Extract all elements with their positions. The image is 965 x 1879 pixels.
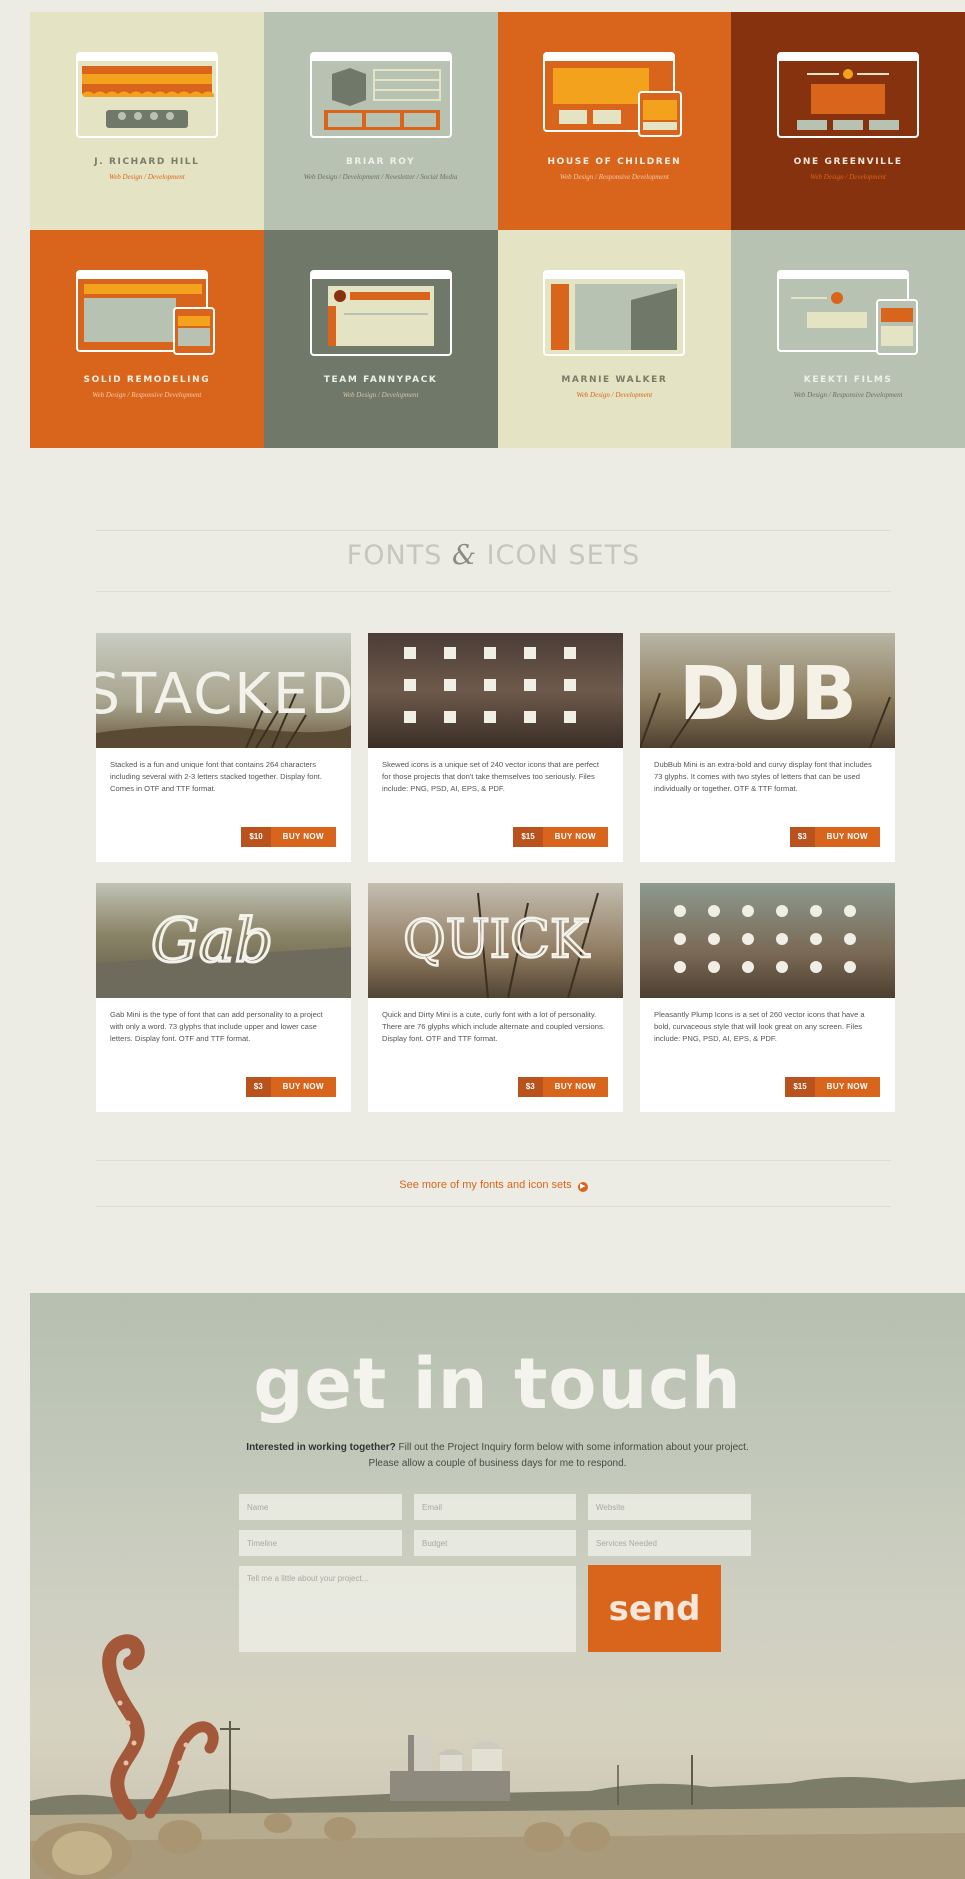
website-field[interactable] <box>588 1494 751 1520</box>
buy-now-button[interactable]: $3 BUY NOW <box>789 827 880 847</box>
product-card-skewed-icons[interactable]: Skewed icons is a unique set of 240 vect… <box>368 633 623 862</box>
product-image-dub: DUB <box>640 633 895 748</box>
svg-text:QUICK: QUICK <box>403 910 590 970</box>
portfolio-tile-house-of-children[interactable]: HOUSE OF CHILDREN Web Design / Responsiv… <box>497 12 732 230</box>
buy-now-label: BUY NOW <box>814 1077 880 1097</box>
timeline-field[interactable] <box>239 1530 402 1556</box>
product-description: DubBub Mini is an extra-bold and curvy d… <box>654 760 872 793</box>
buy-now-button[interactable]: $3 BUY NOW <box>517 1077 608 1097</box>
browser-mockup-icon <box>309 52 452 138</box>
buy-now-label: BUY NOW <box>542 1077 608 1097</box>
price-label: $15 <box>513 827 543 847</box>
divider <box>96 1160 891 1161</box>
product-description: Pleasantly Plump Icons is a set of 260 v… <box>654 1010 865 1043</box>
portfolio-title: TEAM FANNYPACK <box>323 375 438 385</box>
svg-text:STACKED: STACKED <box>96 662 351 727</box>
product-image-skewed-icons <box>368 633 623 748</box>
portfolio-subtitle: Web Design / Responsive Development <box>92 391 202 399</box>
product-description: Skewed icons is a unique set of 240 vect… <box>382 760 599 793</box>
buy-now-label: BUY NOW <box>270 827 336 847</box>
buy-now-label: BUY NOW <box>814 827 880 847</box>
portfolio-tile-marnie-walker[interactable]: MARNIE WALKER Web Design / Development <box>497 230 732 448</box>
buy-now-label: BUY NOW <box>270 1077 336 1097</box>
services-needed-field[interactable] <box>588 1530 751 1556</box>
see-more-fonts-link[interactable]: See more of my fonts and icon sets ▶ <box>96 1179 891 1192</box>
send-button[interactable]: send <box>588 1565 721 1652</box>
portfolio-title: J. RICHARD HILL <box>94 157 200 167</box>
buy-now-label: BUY NOW <box>542 827 608 847</box>
buy-now-button[interactable]: $15 BUY NOW <box>785 1077 880 1097</box>
portfolio-title: MARNIE WALKER <box>561 375 668 385</box>
product-description: Stacked is a fun and unique font that co… <box>110 760 322 793</box>
section-title-left: FONTS <box>346 540 443 571</box>
svg-text:DUB: DUB <box>679 651 857 737</box>
name-field[interactable] <box>239 1494 402 1520</box>
portfolio-tile-team-fannypack[interactable]: TEAM FANNYPACK Web Design / Development <box>263 230 498 448</box>
arrow-right-circle-icon: ▶ <box>577 1182 588 1192</box>
budget-field[interactable] <box>414 1530 576 1556</box>
price-label: $3 <box>245 1077 271 1097</box>
buy-now-button[interactable]: $3 BUY NOW <box>245 1077 336 1097</box>
product-image-stacked: STACKED <box>96 633 351 748</box>
browser-mockup-icon <box>543 270 686 356</box>
price-label: $3 <box>517 1077 543 1097</box>
buy-now-button[interactable]: $10 BUY NOW <box>241 827 336 847</box>
portfolio-subtitle: Web Design / Development / Newsletter / … <box>303 173 458 181</box>
divider <box>96 530 891 531</box>
email-field[interactable] <box>414 1494 576 1520</box>
browser-mockup-icon <box>75 270 215 355</box>
portfolio-title: SOLID REMODELING <box>83 375 211 385</box>
product-image-gab: Gab <box>96 883 351 998</box>
buy-now-button[interactable]: $15 BUY NOW <box>513 827 608 847</box>
section-title: FONTS & ICON SETS <box>96 540 891 571</box>
portfolio-grid: J. RICHARD HILL Web Design / Development… <box>30 12 965 448</box>
portfolio-tile-one-greenville[interactable]: ONE GREENVILLE Web Design / Development <box>731 12 965 230</box>
see-more-label: See more of my fonts and icon sets <box>399 1179 572 1191</box>
product-image-quick: QUICK <box>368 883 623 998</box>
contact-intro: Interested in working together? Fill out… <box>235 1440 760 1472</box>
product-card-stacked[interactable]: STACKED Stacked is a fun and unique font… <box>96 633 351 862</box>
portfolio-title: ONE GREENVILLE <box>793 157 903 167</box>
browser-mockup-icon <box>777 52 920 138</box>
portfolio-tile-briar-roy[interactable]: BRIAR ROY Web Design / Development / New… <box>263 12 498 230</box>
divider <box>96 1206 891 1207</box>
price-label: $15 <box>785 1077 815 1097</box>
portfolio-title: BRIAR ROY <box>345 157 416 167</box>
portfolio-tile-j-richard-hill[interactable]: J. RICHARD HILL Web Design / Development <box>30 12 264 230</box>
portfolio-subtitle: Web Design / Development <box>810 173 886 181</box>
portfolio-subtitle: Web Design / Responsive Development <box>559 173 669 181</box>
section-title-right: ICON SETS <box>486 540 641 571</box>
browser-mockup-icon <box>75 52 218 138</box>
browser-mockup-icon <box>309 270 452 356</box>
portfolio-subtitle: Web Design / Responsive Development <box>793 391 903 399</box>
portfolio-subtitle: Web Design / Development <box>576 391 653 399</box>
price-label: $10 <box>241 827 271 847</box>
contact-intro-bold: Interested in working together? <box>246 1442 396 1453</box>
browser-mockup-icon <box>777 270 919 355</box>
portfolio-title: HOUSE OF CHILDREN <box>547 157 682 167</box>
portfolio-title: KEEKTI FILMS <box>803 375 893 385</box>
svg-text:Gab: Gab <box>151 906 273 976</box>
portfolio-tile-solid-remodeling[interactable]: SOLID REMODELING Web Design / Responsive… <box>30 230 264 448</box>
portfolio-subtitle: Web Design / Development <box>342 391 419 399</box>
product-image-pleasantly-plump-icons <box>640 883 895 998</box>
section-title-ampersand: & <box>451 540 477 571</box>
product-description: Gab Mini is the type of font that can ad… <box>110 1010 323 1043</box>
product-card-gab[interactable]: Gab Gab Mini is the type of font that ca… <box>96 883 351 1112</box>
product-card-quick[interactable]: QUICK Quick and Dirty Mini is a cute, cu… <box>368 883 623 1112</box>
browser-mockup-icon <box>543 52 683 137</box>
divider <box>96 591 891 592</box>
portfolio-tile-keekti-films[interactable]: KEEKTI FILMS Web Design / Responsive Dev… <box>731 230 965 448</box>
contact-title: get in touch <box>253 1343 742 1425</box>
price-label: $3 <box>789 827 815 847</box>
contact-section: get in touch Interested in working toget… <box>30 1293 965 1879</box>
product-description: Quick and Dirty Mini is a cute, curly fo… <box>382 1010 605 1043</box>
product-card-dub[interactable]: DUB DubBub Mini is an extra-bold and cur… <box>640 633 895 862</box>
product-card-pleasantly-plump-icons[interactable]: Pleasantly Plump Icons is a set of 260 v… <box>640 883 895 1112</box>
project-message-field[interactable] <box>239 1566 576 1652</box>
contact-intro-text: Fill out the Project Inquiry form below … <box>368 1442 749 1469</box>
portfolio-subtitle: Web Design / Development <box>109 173 185 181</box>
